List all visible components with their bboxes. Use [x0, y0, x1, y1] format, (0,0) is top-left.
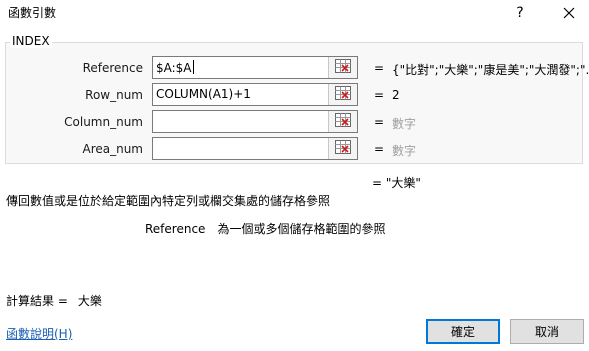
function-name-legend: INDEX [10, 34, 52, 48]
range-select-icon [335, 86, 351, 103]
formula-result: = "大樂" [372, 176, 421, 190]
range-select-icon [335, 113, 351, 130]
reference-label: Reference [82, 61, 143, 75]
area-num-equals: = [374, 142, 385, 156]
argument-description: Reference 為一個或多個儲存格範圍的參照 [145, 220, 385, 237]
function-description: 傳回數值或是位於給定範圍內特定列或欄交集處的儲存格參照 [6, 194, 331, 208]
cancel-button[interactable]: 取消 [510, 319, 584, 344]
area-num-label: Area_num [82, 142, 143, 156]
area-num-collapse-button[interactable] [328, 138, 357, 159]
argument-description-text: 為一個或多個儲存格範圍的參照 [217, 222, 386, 236]
area-num-field[interactable] [152, 137, 358, 160]
column-num-collapse-button[interactable] [328, 111, 357, 132]
row-num-equals: = [374, 88, 385, 102]
reference-value: $A:$A [156, 61, 192, 75]
column-num-field[interactable] [152, 110, 358, 133]
reference-result: {"比對";"大樂";"康是美";"大潤發";"... [392, 63, 589, 77]
dialog-title: 函數引數 [8, 6, 57, 20]
range-select-icon [335, 140, 351, 157]
calc-result: 計算結果 = 大樂 [6, 292, 102, 309]
reference-collapse-button[interactable] [328, 57, 357, 78]
row-num-result: 2 [392, 88, 400, 102]
row-num-label: Row_num [85, 88, 143, 102]
row-num-field[interactable]: COLUMN(A1)+1 [152, 83, 358, 106]
range-select-icon [335, 59, 351, 76]
reference-equals: = [374, 61, 385, 75]
reference-field[interactable]: $A:$A [152, 56, 358, 79]
help-button[interactable]: ? [500, 0, 540, 26]
column-num-result: 數字 [392, 117, 417, 131]
row-num-value: COLUMN(A1)+1 [156, 87, 251, 101]
area-num-result: 數字 [392, 144, 417, 158]
column-num-equals: = [374, 115, 385, 129]
row-num-collapse-button[interactable] [328, 84, 357, 105]
calc-result-label: 計算結果 = [6, 294, 68, 308]
ok-button[interactable]: 確定 [426, 319, 500, 344]
calc-result-value: 大樂 [77, 294, 102, 308]
close-icon [563, 7, 575, 19]
argument-description-name: Reference [145, 222, 206, 236]
text-caret [192, 60, 194, 74]
column-num-label: Column_num [64, 115, 143, 129]
close-button[interactable] [549, 0, 589, 26]
function-help-link[interactable]: 函數說明(H) [6, 325, 72, 342]
